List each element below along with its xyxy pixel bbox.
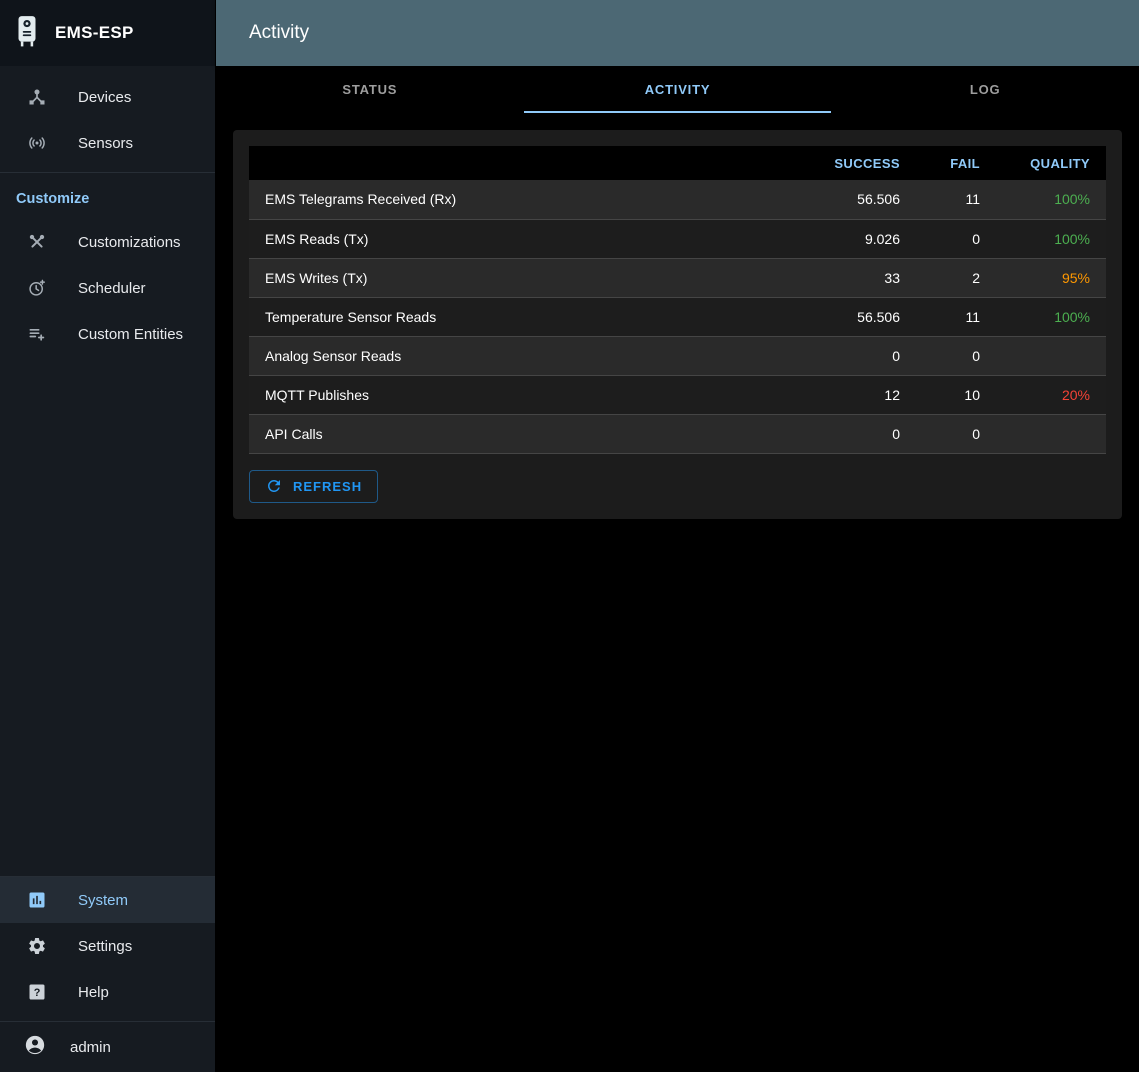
table-row: EMS Writes (Tx)33295% (249, 258, 1106, 297)
sidebar-nav-customize: Customizations Scheduler (0, 219, 215, 357)
sidebar: EMS-ESP Devices (0, 0, 216, 1072)
sidebar-item-system[interactable]: System (0, 877, 215, 923)
cell-success: 56.506 (796, 297, 916, 336)
svg-text:?: ? (34, 987, 41, 999)
app-logo-icon (14, 14, 40, 53)
cell-quality: 20% (996, 375, 1106, 414)
table-row: EMS Reads (Tx)9.0260100% (249, 219, 1106, 258)
header-fail: FAIL (916, 146, 996, 180)
scheduler-icon (26, 278, 48, 298)
refresh-button[interactable]: REFRESH (249, 470, 378, 503)
sidebar-item-label: Sensors (78, 135, 133, 152)
cell-success: 33 (796, 258, 916, 297)
user-name: admin (70, 1039, 111, 1056)
customize-section-header: Customize (0, 173, 215, 219)
tab-bar: STATUS ACTIVITY LOG (216, 66, 1139, 113)
tab-activity[interactable]: ACTIVITY (524, 66, 832, 113)
tab-status[interactable]: STATUS (216, 66, 524, 113)
cell-fail: 0 (916, 414, 996, 453)
sidebar-item-sensors[interactable]: Sensors (0, 120, 215, 166)
gear-icon (26, 936, 48, 956)
sidebar-item-label: System (78, 892, 128, 909)
cell-quality: 100% (996, 297, 1106, 336)
page-title: Activity (249, 22, 309, 44)
help-icon: ? (26, 982, 48, 1002)
header-name (249, 146, 796, 180)
customizations-icon (26, 232, 48, 252)
cell-fail: 10 (916, 375, 996, 414)
sidebar-user[interactable]: admin (0, 1022, 215, 1072)
cell-fail: 11 (916, 180, 996, 219)
appbar: Activity (216, 0, 1139, 66)
cell-quality (996, 336, 1106, 375)
main-area: Activity STATUS ACTIVITY LOG SUCCESS FAI… (216, 0, 1139, 1072)
sidebar-item-scheduler[interactable]: Scheduler (0, 265, 215, 311)
cell-fail: 11 (916, 297, 996, 336)
activity-table: SUCCESS FAIL QUALITY EMS Telegrams Recei… (249, 146, 1106, 454)
system-icon (26, 890, 48, 910)
header-quality: QUALITY (996, 146, 1106, 180)
activity-table-head: SUCCESS FAIL QUALITY (249, 146, 1106, 180)
cell-success: 56.506 (796, 180, 916, 219)
app-title: EMS-ESP (55, 23, 134, 43)
cell-name: API Calls (249, 414, 796, 453)
table-header-row: SUCCESS FAIL QUALITY (249, 146, 1106, 180)
cell-fail: 2 (916, 258, 996, 297)
sidebar-item-settings[interactable]: Settings (0, 923, 215, 969)
sidebar-header: EMS-ESP (0, 0, 215, 66)
sidebar-item-label: Custom Entities (78, 326, 183, 343)
cell-quality: 100% (996, 219, 1106, 258)
table-row: API Calls00 (249, 414, 1106, 453)
account-circle-icon (24, 1034, 46, 1061)
cell-success: 0 (796, 336, 916, 375)
tab-log[interactable]: LOG (831, 66, 1139, 113)
sidebar-item-devices[interactable]: Devices (0, 74, 215, 120)
cell-name: EMS Writes (Tx) (249, 258, 796, 297)
cell-success: 9.026 (796, 219, 916, 258)
activity-card: SUCCESS FAIL QUALITY EMS Telegrams Recei… (233, 130, 1122, 519)
sidebar-item-label: Devices (78, 89, 131, 106)
sidebar-item-label: Help (78, 984, 109, 1001)
cell-fail: 0 (916, 219, 996, 258)
cell-name: Temperature Sensor Reads (249, 297, 796, 336)
sidebar-nav-bottom: System Settings ? Help (0, 877, 215, 1015)
sidebar-nav-main: Devices Sensors (0, 66, 215, 166)
table-row: Temperature Sensor Reads56.50611100% (249, 297, 1106, 336)
sidebar-spacer (0, 357, 215, 870)
app-root: EMS-ESP Devices (0, 0, 1139, 1072)
table-row: EMS Telegrams Received (Rx)56.50611100% (249, 180, 1106, 219)
refresh-button-label: REFRESH (293, 479, 362, 494)
cell-fail: 0 (916, 336, 996, 375)
custom-entities-icon (26, 324, 48, 344)
sidebar-item-label: Customizations (78, 234, 181, 251)
sensors-icon (26, 133, 48, 153)
cell-name: EMS Telegrams Received (Rx) (249, 180, 796, 219)
refresh-icon (265, 477, 283, 495)
header-success: SUCCESS (796, 146, 916, 180)
table-row: MQTT Publishes121020% (249, 375, 1106, 414)
activity-table-body: EMS Telegrams Received (Rx)56.50611100%E… (249, 180, 1106, 453)
sidebar-item-custom-entities[interactable]: Custom Entities (0, 311, 215, 357)
sidebar-item-customizations[interactable]: Customizations (0, 219, 215, 265)
cell-quality: 95% (996, 258, 1106, 297)
table-row: Analog Sensor Reads00 (249, 336, 1106, 375)
sidebar-item-help[interactable]: ? Help (0, 969, 215, 1015)
cell-quality: 100% (996, 180, 1106, 219)
devices-icon (26, 87, 48, 107)
sidebar-item-label: Scheduler (78, 280, 146, 297)
cell-success: 12 (796, 375, 916, 414)
cell-name: Analog Sensor Reads (249, 336, 796, 375)
cell-name: EMS Reads (Tx) (249, 219, 796, 258)
sidebar-item-label: Settings (78, 938, 132, 955)
cell-quality (996, 414, 1106, 453)
cell-name: MQTT Publishes (249, 375, 796, 414)
cell-success: 0 (796, 414, 916, 453)
